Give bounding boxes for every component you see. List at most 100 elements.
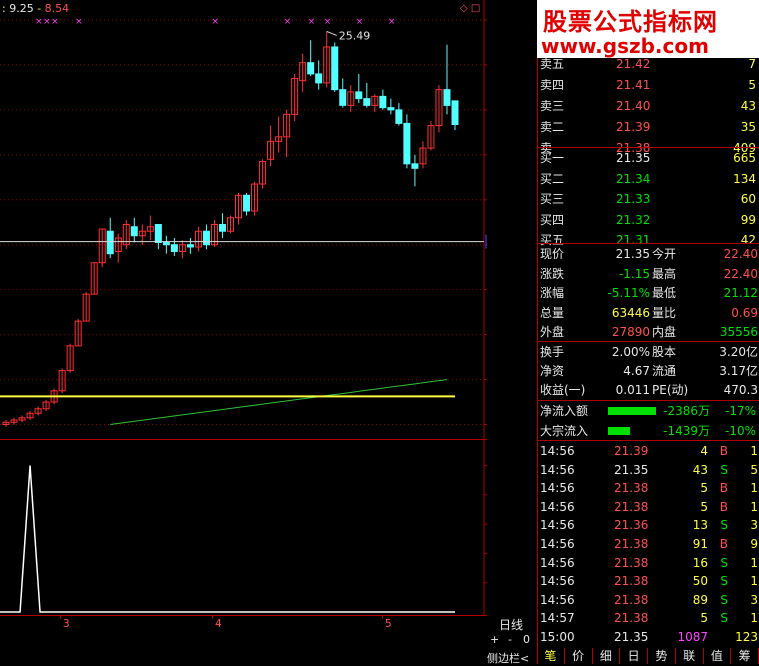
tick-row: 14:56 21.35 43 S 5 — [538, 460, 759, 480]
tick-count: 1 — [750, 555, 758, 570]
bid-row: 买二 21.34 134 — [538, 169, 759, 189]
candle-body — [403, 122, 411, 165]
tick-time: 14:56 — [540, 499, 575, 514]
tick-volume: 5 — [700, 611, 708, 626]
bid-row: 买一 21.35 665 — [538, 148, 759, 168]
tick-row: 14:56 21.38 5 B 1 — [538, 478, 759, 498]
tab-2[interactable]: 细 — [593, 648, 621, 664]
tick-time: 14:56 — [540, 481, 575, 496]
tab-7[interactable]: 筹 — [731, 648, 759, 664]
quote-value: 27890 — [611, 325, 650, 339]
quote-value-2: 0.69 — [731, 305, 758, 320]
quote-label: 现价 — [540, 247, 565, 261]
tick-time: 14:56 — [540, 574, 575, 589]
bid-label: 买二 — [540, 171, 565, 186]
candle-body — [130, 226, 138, 237]
signal-marker-icon: × — [51, 17, 59, 27]
tick-volume: 50 — [692, 574, 708, 589]
quote-label-2: 最高 — [652, 266, 677, 281]
bid-label: 买四 — [540, 212, 565, 227]
quote-label-2: 今开 — [652, 247, 677, 261]
tab-6[interactable]: 值 — [704, 648, 732, 664]
tick-row: 14:56 21.38 91 B 9 — [538, 534, 759, 554]
fundamental-row: 收益(一) 0.011 PE(动) 470.3 — [538, 380, 759, 400]
quote-label: 总量 — [540, 305, 565, 320]
x-tick-mark — [60, 615, 61, 619]
bid-row: 买四 21.32 99 — [538, 210, 759, 230]
signal-marker-icon: × — [35, 17, 43, 27]
quote-row: 现价 21.35 今开 22.40 — [538, 244, 759, 264]
tick-price: 21.38 — [614, 592, 649, 607]
quote-row: 涨跌 -1.15 最高 22.40 — [538, 264, 759, 284]
flow-bar — [608, 407, 656, 415]
fundamental-row: 净资 4.67 流通 3.17亿 — [538, 361, 759, 381]
fundamental-label-2: 流通 — [652, 364, 677, 378]
signal-marker-icon: × — [308, 17, 316, 27]
reset-button[interactable]: 0 — [523, 633, 530, 646]
quote-value: -5.11% — [607, 286, 650, 300]
tick-count: 5 — [750, 462, 758, 477]
ask-row: 卖四 21.41 5 — [538, 75, 759, 95]
tab-0[interactable]: 笔 — [537, 648, 565, 664]
tick-time: 14:56 — [540, 518, 575, 533]
quote-label-2: 最低 — [652, 286, 677, 300]
bid-volume: 99 — [740, 212, 756, 227]
ask-volume: 5 — [748, 78, 756, 92]
tick-row: 14:56 21.38 89 S 3 — [538, 590, 759, 610]
fundamental-label-2: 股本 — [652, 345, 677, 359]
tab-1[interactable]: 价 — [565, 648, 593, 664]
tab-5[interactable]: 联 — [676, 648, 704, 664]
tick-row: 14:56 21.38 5 B 1 — [538, 497, 759, 517]
candle-body — [331, 46, 339, 91]
tick-price: 21.39 — [614, 444, 649, 458]
tab-3[interactable]: 日 — [620, 648, 648, 664]
fundamental-value-2: 470.3 — [723, 383, 758, 397]
bottom-tabs: 笔价细日势联值筹 — [537, 648, 759, 664]
signal-marker-icon: × — [284, 17, 292, 27]
indicator-line — [0, 465, 455, 613]
price-label-box — [485, 234, 487, 249]
fundamental-label: 收益(一) — [540, 383, 586, 397]
period-label[interactable]: 日线 — [499, 616, 523, 633]
tick-volume: 16 — [692, 555, 708, 570]
indicator-chart[interactable]: 1.000.800.600.400.20 — [0, 440, 487, 615]
tick-count: 1 — [750, 481, 758, 496]
tick-side: S — [720, 574, 728, 589]
tick-count: 1 — [750, 611, 758, 626]
tick-row: 15:00 21.35 1087 123 — [538, 627, 759, 647]
fundamental-value: 2.00% — [611, 345, 650, 359]
tick-count: 3 — [750, 592, 758, 607]
flow-bar — [608, 427, 630, 435]
fundamental-value-2: 3.17亿 — [719, 364, 758, 378]
flow-percent: -10% — [724, 424, 756, 438]
tick-count: 1 — [750, 444, 758, 458]
tick-volume: 13 — [692, 518, 708, 533]
x-tick-label: 5 — [385, 617, 392, 630]
fundamental-label-2: PE(动) — [652, 383, 689, 397]
tick-price: 21.38 — [614, 611, 649, 626]
zoom-out-button[interactable]: - — [508, 633, 512, 646]
candle-body — [162, 241, 170, 246]
zoom-in-button[interactable]: + — [490, 633, 499, 646]
tick-price: 21.38 — [614, 481, 649, 496]
signal-marker-icon: × — [75, 17, 83, 27]
bid-volume: 134 — [733, 171, 756, 186]
quote-value-2: 22.40 — [723, 266, 758, 281]
tick-price: 21.38 — [614, 499, 649, 514]
tick-time: 14:56 — [540, 462, 575, 477]
candlestick-chart[interactable]: 26.0024.0022.0020.0018.0016.0014.0012.00… — [0, 0, 487, 440]
candle-body — [170, 244, 178, 252]
tick-time: 14:56 — [540, 537, 575, 551]
fundamental-value: 0.011 — [615, 383, 650, 397]
candle-body — [243, 194, 251, 212]
candle-body — [106, 230, 114, 255]
x-tick-label: 3 — [63, 617, 70, 630]
tick-row: 14:56 21.36 13 S 3 — [538, 515, 759, 535]
tick-price: 21.35 — [614, 462, 649, 477]
tick-side: S — [720, 518, 728, 533]
flow-amount: -1439万 — [663, 424, 710, 438]
ask-label: 卖二 — [540, 120, 565, 134]
tab-4[interactable]: 势 — [648, 648, 676, 664]
bid-label: 买一 — [540, 151, 565, 165]
candle-body — [186, 244, 194, 248]
